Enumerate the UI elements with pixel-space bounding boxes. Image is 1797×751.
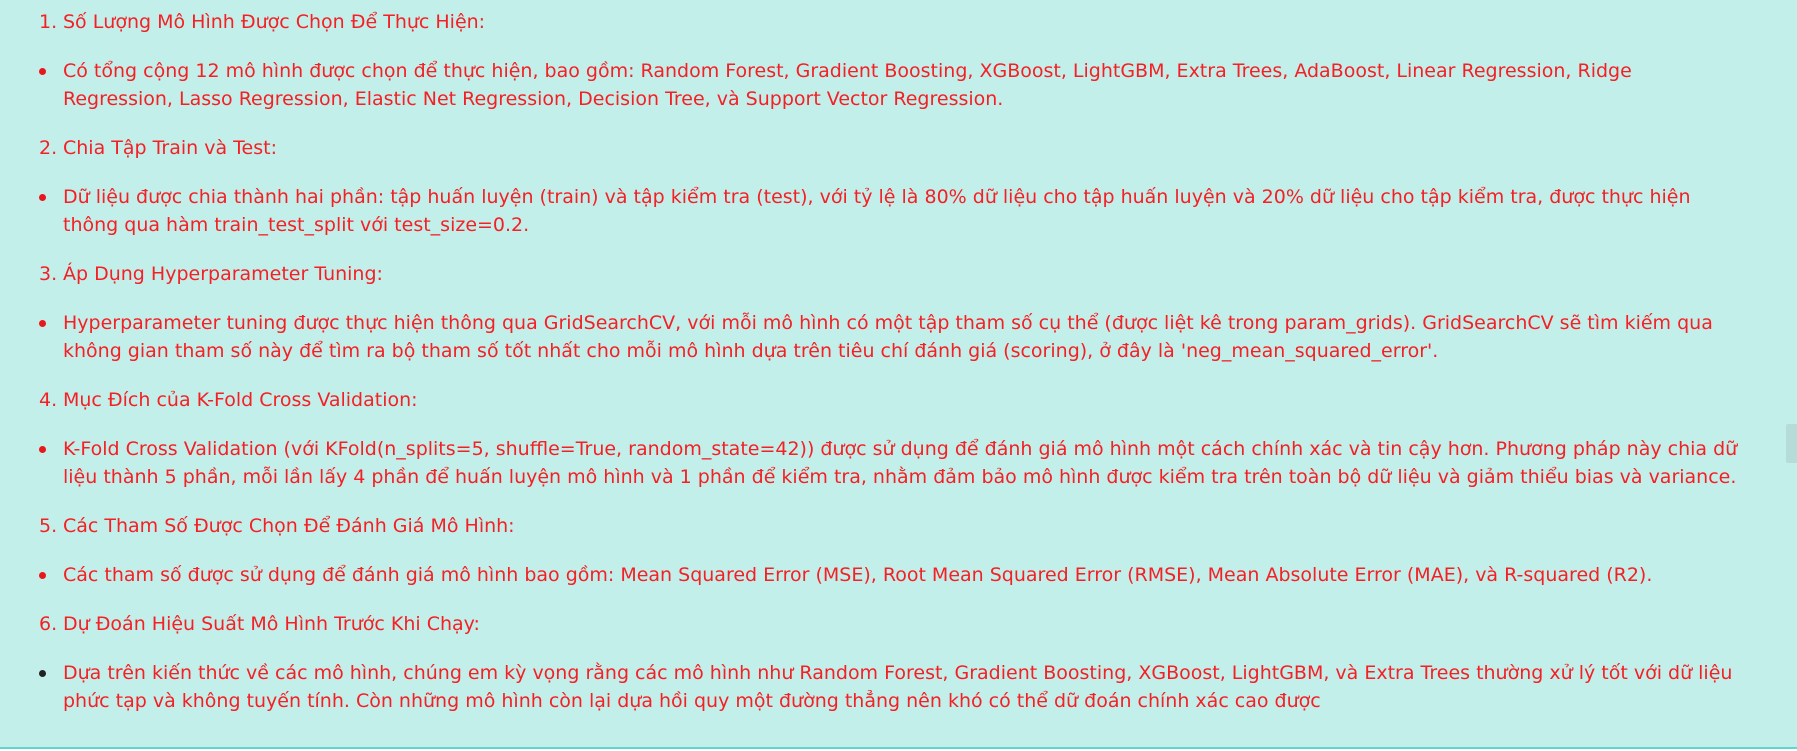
section-number: 4. — [39, 389, 58, 411]
bullet-dot-icon — [39, 572, 46, 579]
section-heading-6: 6. Dự Đoán Hiệu Suất Mô Hình Trước Khi C… — [0, 610, 1797, 638]
section-heading-4: 4. Mục Đích của K-Fold Cross Validation: — [0, 386, 1797, 414]
bullet-text: Các tham số được sử dụng để đánh giá mô … — [63, 564, 1653, 586]
section-heading-3: 3. Áp Dụng Hyperparameter Tuning: — [0, 260, 1797, 288]
section-number: 6. — [39, 613, 58, 635]
bullet-text: K-Fold Cross Validation (với KFold(n_spl… — [63, 438, 1738, 488]
bullet-text: Dựa trên kiến thức về các mô hình, chúng… — [63, 662, 1733, 712]
section-bullet-3: Hyperparameter tuning được thực hiện thô… — [0, 309, 1745, 365]
section-number: 2. — [39, 137, 58, 159]
section-title: Số Lượng Mô Hình Được Chọn Để Thực Hiện: — [63, 11, 486, 33]
bullet-dot-icon — [39, 68, 46, 75]
section-heading-2: 2. Chia Tập Train và Test: — [0, 134, 1797, 162]
bullet-dot-icon — [39, 446, 46, 453]
section-bullet-4: K-Fold Cross Validation (với KFold(n_spl… — [0, 435, 1745, 491]
section-title: Mục Đích của K-Fold Cross Validation: — [63, 389, 418, 411]
bullet-dot-icon — [39, 320, 46, 327]
bullet-dot-icon — [39, 670, 46, 677]
bullet-text: Dữ liệu được chia thành hai phần: tập hu… — [63, 186, 1691, 236]
section-heading-1: 1. Số Lượng Mô Hình Được Chọn Để Thực Hi… — [0, 8, 1797, 36]
section-number: 3. — [39, 263, 58, 285]
section-title: Các Tham Số Được Chọn Để Đánh Giá Mô Hìn… — [63, 515, 515, 537]
bullet-dot-icon — [39, 194, 46, 201]
document-body: 1. Số Lượng Mô Hình Được Chọn Để Thực Hi… — [0, 8, 1797, 736]
bullet-text: Hyperparameter tuning được thực hiện thô… — [63, 312, 1713, 362]
section-title: Chia Tập Train và Test: — [63, 137, 277, 159]
section-bullet-5: Các tham số được sử dụng để đánh giá mô … — [0, 561, 1745, 589]
section-bullet-2: Dữ liệu được chia thành hai phần: tập hu… — [0, 183, 1745, 239]
scrollbar-thumb[interactable] — [1786, 424, 1797, 463]
content-panel: 1. Số Lượng Mô Hình Được Chọn Để Thực Hi… — [0, 0, 1797, 749]
bullet-text: Có tổng cộng 12 mô hình được chọn để thự… — [63, 60, 1632, 110]
section-number: 5. — [39, 515, 58, 537]
section-title: Áp Dụng Hyperparameter Tuning: — [63, 263, 383, 285]
section-bullet-1: Có tổng cộng 12 mô hình được chọn để thự… — [0, 57, 1745, 113]
section-heading-5: 5. Các Tham Số Được Chọn Để Đánh Giá Mô … — [0, 512, 1797, 540]
section-number: 1. — [39, 11, 58, 33]
section-bullet-6: Dựa trên kiến thức về các mô hình, chúng… — [0, 659, 1745, 715]
section-title: Dự Đoán Hiệu Suất Mô Hình Trước Khi Chạy… — [63, 613, 480, 635]
